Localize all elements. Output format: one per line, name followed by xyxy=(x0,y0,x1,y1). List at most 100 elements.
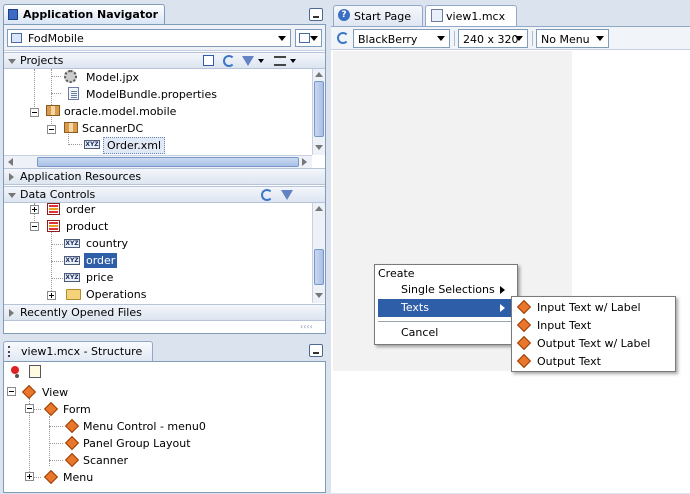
editor-toolbar: BlackBerry 240 x 320 No Menu xyxy=(331,26,690,50)
chevron-down-icon xyxy=(437,36,445,41)
tree-item-order-xml[interactable]: XYZ Order.xml xyxy=(82,137,202,154)
expand-icon xyxy=(9,309,14,317)
folder-icon xyxy=(66,289,81,300)
application-navigator-panel: Application Navigator FodMobile Projects xyxy=(0,0,330,338)
projects-section-header[interactable]: Projects xyxy=(4,52,325,69)
application-resources-section-header[interactable]: Application Resources xyxy=(4,168,325,185)
tree-item-model-jpx[interactable]: Model.jpx xyxy=(62,69,262,85)
refresh-icon[interactable] xyxy=(337,32,349,44)
navigator-title-tab[interactable]: Application Navigator xyxy=(3,4,165,24)
tree-item-oracle-model-mobile[interactable]: oracle.model.mobile xyxy=(44,103,264,119)
menu-dropdown[interactable]: No Menu xyxy=(536,29,609,48)
package-icon xyxy=(46,105,60,116)
collapse-toggle[interactable] xyxy=(25,404,34,413)
structure-item-form[interactable]: Form xyxy=(40,401,160,417)
chevron-down-icon[interactable] xyxy=(258,59,264,63)
texts-submenu: Input Text w/ Label Input Text Output Te… xyxy=(511,296,676,372)
navigator-icon xyxy=(8,9,18,20)
app-selector-value: FodMobile xyxy=(28,32,84,45)
filter-icon[interactable] xyxy=(242,56,254,66)
structure-item-panel-group-layout[interactable]: Panel Group Layout xyxy=(62,435,242,451)
refresh-icon[interactable] xyxy=(261,189,273,201)
submenu-arrow-icon xyxy=(500,304,505,312)
expand-icon xyxy=(9,173,14,181)
expand-toggle[interactable] xyxy=(30,205,39,214)
editor-area: ? Start Page view1.mcx BlackBerry 240 x … xyxy=(331,0,690,493)
scroll-thumb[interactable] xyxy=(37,157,299,167)
submenu-item-output-text-with-label[interactable]: Output Text w/ Label xyxy=(512,335,675,353)
filter-icon[interactable] xyxy=(281,190,293,200)
tree-item-order-attribute[interactable]: XYZ order xyxy=(62,252,182,268)
structure-body: View Form Menu Control - menu0 Panel Gro… xyxy=(3,361,326,493)
scroll-thumb[interactable] xyxy=(314,249,324,285)
submenu-item-output-text[interactable]: Output Text xyxy=(512,353,675,371)
submenu-item-input-text[interactable]: Input Text xyxy=(512,317,675,335)
collection-icon xyxy=(47,220,60,232)
chevron-down-icon xyxy=(310,36,318,41)
submenu-arrow-icon xyxy=(500,286,505,294)
projects-scrollbar-vertical[interactable] xyxy=(312,69,325,155)
component-icon xyxy=(22,387,36,398)
collapse-toggle[interactable] xyxy=(7,387,16,396)
scroll-thumb[interactable] xyxy=(314,81,324,137)
scroll-up-icon[interactable] xyxy=(315,206,323,211)
collapse-toggle[interactable] xyxy=(30,222,39,231)
menu-item-cancel[interactable]: Cancel xyxy=(375,324,517,342)
scroll-up-icon[interactable] xyxy=(315,72,323,77)
data-controls-section-header[interactable]: Data Controls xyxy=(4,186,325,203)
xml-file-icon: XYZ xyxy=(84,140,100,149)
tree-item-order-collection[interactable]: order xyxy=(44,203,164,217)
app-selector-row: FodMobile xyxy=(4,25,325,51)
tab-start-page[interactable]: ? Start Page xyxy=(333,5,423,26)
collapse-toggle[interactable] xyxy=(47,125,56,134)
menu-item-texts[interactable]: Texts xyxy=(378,299,514,317)
component-icon xyxy=(65,421,79,432)
component-icon xyxy=(44,472,58,483)
tree-item-price[interactable]: XYZ price xyxy=(62,269,182,285)
structure-item-menu-control[interactable]: Menu Control - menu0 xyxy=(62,418,242,434)
structure-title-tab[interactable]: view1.mcx - Structure xyxy=(3,341,153,361)
chevron-down-icon xyxy=(515,36,523,41)
sort-icon[interactable] xyxy=(274,56,286,66)
scroll-down-icon[interactable] xyxy=(315,145,323,150)
scroll-down-icon[interactable] xyxy=(315,293,323,298)
scroll-right-icon[interactable] xyxy=(302,158,307,166)
structure-item-view[interactable]: View xyxy=(18,384,138,400)
chevron-down-icon[interactable] xyxy=(290,59,296,63)
projects-scrollbar-horizontal[interactable] xyxy=(4,155,312,168)
refresh-icon[interactable] xyxy=(223,55,235,67)
screen-size-dropdown[interactable]: 240 x 320 xyxy=(458,29,528,48)
structure-item-menu[interactable]: Menu xyxy=(40,469,160,485)
navigator-minimize-button[interactable] xyxy=(309,8,323,21)
project-gear-icon xyxy=(64,70,77,83)
scroll-left-icon[interactable] xyxy=(8,158,13,166)
tree-item-country[interactable]: XYZ country xyxy=(62,235,182,251)
expand-toggle[interactable] xyxy=(25,472,34,481)
chevron-down-icon xyxy=(596,36,604,41)
context-menu-header: Create xyxy=(378,267,415,280)
tree-item-product[interactable]: product xyxy=(44,218,164,234)
tree-item-scannerdc[interactable]: ScannerDC xyxy=(62,120,262,136)
tab-view1-mcx[interactable]: view1.mcx xyxy=(425,5,517,26)
projects-tree: Model.jpx ModelBundle.properties oracle.… xyxy=(4,69,312,155)
submenu-item-input-text-with-label[interactable]: Input Text w/ Label xyxy=(512,299,675,317)
device-dropdown[interactable]: BlackBerry xyxy=(353,29,450,48)
properties-icon[interactable] xyxy=(29,365,41,378)
expand-toggle[interactable] xyxy=(47,291,56,300)
collapse-icon xyxy=(8,59,16,64)
document-icon xyxy=(431,9,443,22)
collection-icon xyxy=(47,203,60,215)
app-menu-button[interactable] xyxy=(295,29,322,47)
structure-item-scanner[interactable]: Scanner xyxy=(62,452,242,468)
structure-minimize-button[interactable] xyxy=(309,344,323,357)
menu-item-single-selections[interactable]: Single Selections xyxy=(375,281,517,299)
pin-icon[interactable] xyxy=(11,366,19,374)
panel-resize-grip[interactable]: ‹‹‹‹ xyxy=(300,323,322,331)
app-selector-dropdown[interactable]: FodMobile xyxy=(7,29,291,47)
recent-files-section-header[interactable]: Recently Opened Files xyxy=(4,304,325,321)
tree-item-operations[interactable]: Operations xyxy=(62,286,202,302)
search-icon[interactable] xyxy=(203,55,214,66)
data-controls-scrollbar-vertical[interactable] xyxy=(312,203,325,303)
tree-item-modelbundle-properties[interactable]: ModelBundle.properties xyxy=(62,86,282,102)
collapse-toggle[interactable] xyxy=(30,108,39,117)
